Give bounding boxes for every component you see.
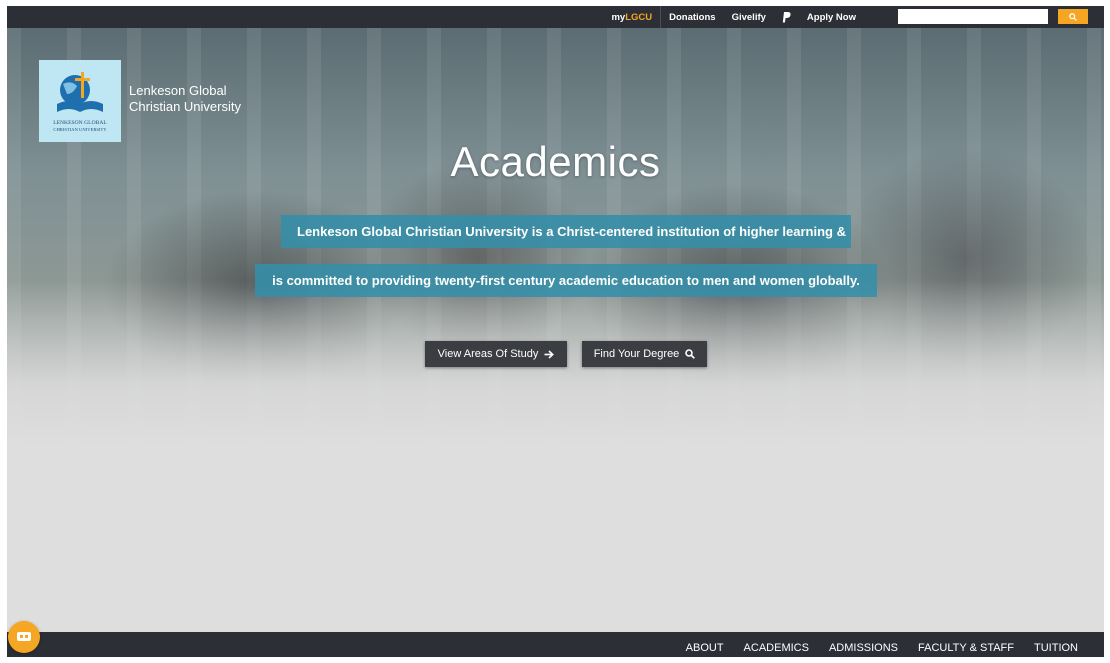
university-name[interactable]: Lenkeson Global Christian University bbox=[129, 83, 241, 115]
mylgcu-accent: LGCU bbox=[625, 11, 653, 23]
paypal-link[interactable] bbox=[774, 6, 799, 28]
nav-items: ABOUT ACADEMICS ADMISSIONS FACULTY & STA… bbox=[676, 632, 1088, 657]
page: my LGCU Donations Givelify Apply Now LEN… bbox=[7, 6, 1104, 657]
nav-item-academics[interactable]: ACADEMICS bbox=[734, 632, 819, 657]
top-utility-bar: my LGCU Donations Givelify Apply Now bbox=[7, 6, 1104, 28]
mylgcu-prefix: my bbox=[611, 11, 626, 23]
mylgcu-link[interactable]: my LGCU bbox=[603, 6, 660, 28]
university-logo[interactable]: LENKESON GLOBAL CHRISTIAN UNIVERSITY bbox=[39, 60, 121, 142]
find-your-degree-label: Find Your Degree bbox=[593, 348, 680, 360]
search-input[interactable] bbox=[898, 9, 1048, 24]
view-areas-of-study-label: View Areas Of Study bbox=[437, 348, 539, 360]
tagline-line-2: is committed to providing twenty-first c… bbox=[255, 264, 877, 297]
svg-text:CHRISTIAN UNIVERSITY: CHRISTIAN UNIVERSITY bbox=[53, 127, 107, 132]
nav-item-faculty-staff[interactable]: FACULTY & STAFF bbox=[908, 632, 1024, 657]
search-icon bbox=[685, 349, 696, 359]
paypal-icon bbox=[782, 11, 791, 22]
nav-item-tuition[interactable]: TUITION bbox=[1024, 632, 1088, 657]
tagline-line-1: Lenkeson Global Christian University is … bbox=[281, 215, 851, 248]
givelify-link[interactable]: Givelify bbox=[724, 6, 774, 28]
university-name-line2: Christian University bbox=[129, 99, 241, 114]
utility-links: my LGCU Donations Givelify Apply Now bbox=[603, 6, 864, 28]
nav-item-admissions[interactable]: ADMISSIONS bbox=[819, 632, 908, 657]
find-your-degree-button[interactable]: Find Your Degree bbox=[582, 341, 707, 367]
hero-banner: LENKESON GLOBAL CHRISTIAN UNIVERSITY Len… bbox=[7, 28, 1104, 448]
nav-item-about[interactable]: ABOUT bbox=[676, 632, 734, 657]
svg-text:LENKESON GLOBAL: LENKESON GLOBAL bbox=[53, 120, 107, 126]
page-title: Academics bbox=[450, 138, 661, 185]
apply-now-link[interactable]: Apply Now bbox=[799, 6, 864, 28]
search-icon bbox=[1069, 12, 1077, 21]
globe-book-logo-icon: LENKESON GLOBAL CHRISTIAN UNIVERSITY bbox=[53, 72, 107, 132]
arrow-right-icon bbox=[544, 349, 555, 359]
university-name-line1: Lenkeson Global bbox=[129, 83, 227, 98]
donations-link[interactable]: Donations bbox=[660, 6, 723, 28]
chat-widget-button[interactable] bbox=[8, 621, 40, 653]
search-button[interactable] bbox=[1058, 9, 1088, 24]
main-navigation: ABOUT ACADEMICS ADMISSIONS FACULTY & STA… bbox=[7, 632, 1104, 657]
view-areas-of-study-button[interactable]: View Areas Of Study bbox=[425, 341, 567, 367]
chat-bubble-icon bbox=[17, 632, 31, 641]
